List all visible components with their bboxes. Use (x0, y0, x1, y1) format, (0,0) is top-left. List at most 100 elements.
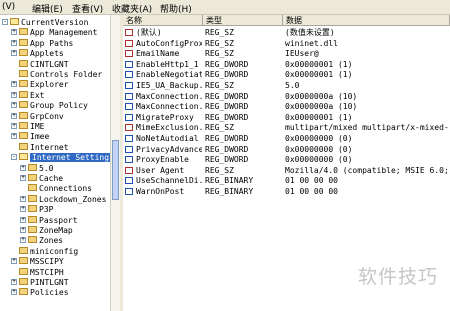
column-header-type[interactable]: 类型 (203, 15, 283, 26)
folder-icon (19, 28, 28, 36)
value-row[interactable]: UseSchannelDi...REG_BINARY 01 00 00 00 (123, 176, 450, 186)
value-row[interactable]: EmailName REG_SZ IEUser@ (123, 49, 450, 59)
expand-icon[interactable]: + (20, 175, 26, 181)
tree-scrollbar-thumb[interactable] (112, 140, 119, 200)
expand-icon[interactable]: + (11, 39, 17, 46)
expand-icon[interactable]: + (20, 227, 26, 233)
tree-item[interactable]: Internet (0, 142, 110, 152)
value-row[interactable]: MaxConnection...REG_DWORD 0x0000000a (10) (123, 92, 450, 102)
tree-item-label: Lockdown_Zones (39, 194, 107, 204)
tree-item[interactable]: + App Management (0, 28, 110, 37)
tree-item[interactable]: + PINTLGNT (0, 278, 110, 287)
value-name: UseSchannelDi... (136, 176, 202, 186)
tree-item[interactable]: Controls Folder (0, 70, 110, 79)
tree-item[interactable]: Connections (0, 184, 110, 193)
value-type: REG_DWORD (205, 102, 249, 112)
tree-item-label: CINTLGNT (30, 59, 69, 69)
value-row[interactable]: MaxConnection...REG_DWORD 0x0000000a (10) (123, 102, 450, 112)
expand-icon[interactable]: + (11, 123, 17, 129)
value-type: REG_DWORD (205, 70, 249, 80)
value-row[interactable]: (默认) REG_SZ (数值未设置) (123, 28, 450, 38)
value-data: IEUser@ (285, 49, 319, 59)
column-header-name[interactable]: 名称 (123, 15, 203, 26)
value-row[interactable]: User Agent REG_SZ Mozilla/4.0 (compatible;… (123, 166, 450, 176)
expand-icon[interactable]: + (11, 102, 17, 109)
menu-bar: (V) 编辑(E) 查看(V) 收藏夹(A) 帮助(H) (0, 0, 450, 15)
tree-item[interactable]: - Internet Settings (0, 153, 110, 163)
menu-item-favorites[interactable]: 收藏夹(A) (112, 2, 152, 15)
expand-icon[interactable]: + (11, 133, 17, 140)
tree-item[interactable]: + Cache (0, 174, 110, 183)
folder-icon (19, 142, 28, 150)
tree-item[interactable]: + IME (0, 122, 110, 131)
column-header-data[interactable]: 数据 (283, 15, 450, 26)
value-data: Mozilla/4.0 (compatible; MSIE 6.0; Win32… (285, 165, 450, 175)
value-row[interactable]: MimeExclusion...REG_SZ multipart/mixed mu… (123, 123, 450, 133)
value-name: MaxConnection... (136, 91, 202, 101)
expand-icon[interactable]: + (11, 279, 17, 285)
value-name: EmailName (136, 49, 180, 59)
value-row[interactable]: NoNetAutodial REG_DWORD 0x00000000 (0) (123, 134, 450, 144)
tree-item[interactable]: + GrpConv (0, 111, 110, 121)
expand-icon[interactable]: + (20, 237, 26, 244)
value-row[interactable]: IE5_UA_Backup...REG_SZ 5.0 (123, 81, 450, 91)
collapse-icon[interactable]: - (11, 154, 17, 161)
expand-icon[interactable]: + (11, 258, 17, 265)
tree-item[interactable]: + Zones (0, 236, 110, 245)
value-type: REG_SZ (205, 81, 234, 90)
tree-item[interactable]: CINTLGNT (0, 59, 110, 69)
expand-icon[interactable]: + (11, 50, 17, 57)
value-row[interactable]: ProxyEnable REG_DWORD 0x00000000 (0) (123, 155, 450, 165)
tree-item[interactable]: + Explorer (0, 80, 110, 89)
tree-item[interactable]: +5.0 (0, 163, 110, 173)
binary-value-icon (125, 135, 133, 142)
expand-icon[interactable]: + (20, 206, 26, 213)
tree-item[interactable]: + Policies (0, 288, 110, 297)
tree-item[interactable]: miniconfig (0, 246, 110, 256)
tree-item[interactable]: + P3P (0, 205, 110, 214)
tree-item-label: Explorer (30, 80, 69, 90)
tree-item[interactable]: + App Paths (0, 38, 110, 48)
tree-item[interactable]: + Passport (0, 215, 110, 225)
tree-item[interactable]: + Ext (0, 90, 110, 100)
value-row[interactable]: MigrateProxy REG_DWORD 0x00000001 (1) (123, 113, 450, 123)
tree-item[interactable]: - CurrentVersion (0, 18, 110, 27)
binary-value-icon (125, 60, 133, 68)
tree-scrollbar[interactable] (110, 15, 120, 311)
binary-value-icon (125, 145, 133, 153)
tree-item[interactable]: + ZoneMap (0, 226, 110, 235)
folder-icon (19, 101, 28, 109)
tree-item[interactable]: + Imee (0, 132, 110, 141)
tree-item-label: CurrentVersion (21, 18, 89, 27)
expand-icon[interactable]: + (11, 289, 17, 296)
value-row[interactable]: PrivacyAdvanced REG_DWORD 0x00000000 (0) (123, 145, 450, 155)
expand-icon[interactable]: + (20, 216, 26, 223)
menu-item-view[interactable]: 查看(V) (72, 2, 103, 15)
value-type: REG_BINARY (205, 176, 254, 186)
tree-item[interactable]: + Lockdown_Zones (0, 194, 110, 204)
value-data: 0x00000001 (1) (285, 59, 353, 69)
value-type: REG_DWORD (205, 144, 249, 154)
expand-icon[interactable]: + (11, 112, 17, 119)
registry-key-tree[interactable]: - CurrentVersion + App Management + App Paths… (0, 15, 110, 311)
expand-icon[interactable]: + (20, 164, 26, 171)
value-row[interactable]: EnableHttp1_1 REG_DWORD 0x00000001 (1) (123, 60, 450, 70)
expand-icon[interactable]: + (11, 81, 17, 88)
expand-icon[interactable]: + (11, 29, 17, 36)
value-name: NoNetAutodial (136, 134, 199, 143)
folder-icon (19, 257, 28, 265)
expand-icon[interactable]: + (11, 91, 17, 98)
value-row[interactable]: AutoConfigProxy REG_SZ wininet.dll (123, 39, 450, 49)
menu-item-view-left[interactable]: (V) (2, 2, 15, 12)
menu-item-help[interactable]: 帮助(H) (160, 2, 192, 15)
expand-icon[interactable]: + (20, 195, 26, 202)
menu-item-edit[interactable]: 编辑(E) (32, 2, 63, 15)
tree-item[interactable]: + MSSCIPY (0, 257, 110, 266)
value-type: REG_DWORD (205, 134, 249, 143)
tree-item[interactable]: MSTCIPH (0, 267, 110, 277)
collapse-icon[interactable]: - (2, 19, 8, 25)
tree-item[interactable]: + Applets (0, 49, 110, 58)
value-row[interactable]: EnableNegotiate REG_DWORD 0x00000001 (1) (123, 70, 450, 80)
value-row[interactable]: WarnOnPost REG_BINARY 01 00 00 00 (123, 187, 450, 197)
tree-item[interactable]: + Group Policy (0, 101, 110, 110)
